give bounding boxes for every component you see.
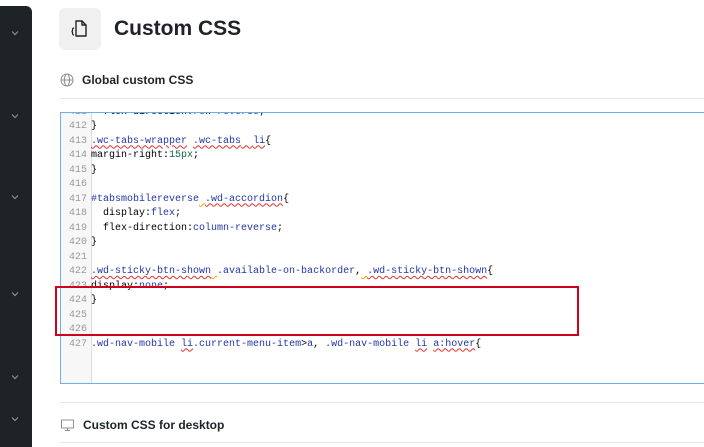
line-content: flex-direction:row-reverse; — [91, 112, 266, 118]
code-token: .wd-nav-mobile — [325, 338, 410, 350]
divider — [60, 442, 704, 443]
line-content: } — [91, 165, 97, 176]
code-token: ; — [175, 208, 182, 219]
line-number: 421 — [68, 251, 87, 263]
divider — [60, 98, 704, 99]
code-token: .wd-nav-mobile — [91, 338, 176, 350]
line-number: 412 — [68, 121, 87, 132]
code-token: .wd-accordion — [205, 193, 284, 205]
code-token: flex-direction: — [91, 222, 194, 234]
code-token: a:hover — [433, 338, 476, 350]
line-number: 427 — [68, 338, 87, 350]
code-line[interactable]: 411 flex-direction:row-reverse; — [61, 112, 704, 120]
code-line[interactable]: 415} — [61, 164, 704, 179]
line-number: 419 — [68, 222, 87, 234]
line-content: display:flex; — [91, 208, 181, 219]
chevron-down-icon[interactable] — [8, 370, 22, 384]
page-title: Custom CSS — [114, 17, 242, 40]
code-line[interactable]: 417 #tabsmobilereverse .wd-accordion{ — [61, 193, 704, 208]
line-content: .wd-nav-mobile li.current-menu-item>a, .… — [91, 339, 481, 350]
code-token: .wc-tabs-wrapper — [91, 135, 188, 147]
line-number: 416 — [68, 179, 87, 190]
code-token: #tabsmobilereverse — [91, 193, 200, 205]
code-token: { — [475, 338, 482, 350]
code-token: margin-right: — [91, 150, 170, 161]
desktop-icon — [61, 419, 74, 431]
chevron-down-icon[interactable] — [8, 287, 22, 301]
line-number: 417 — [68, 193, 87, 205]
code-token: .wd-sticky-btn-shown — [367, 266, 488, 277]
line-number: 420 — [68, 237, 87, 248]
divider — [60, 402, 704, 403]
code-token: { — [283, 193, 290, 205]
code-token: row-reverse — [193, 112, 260, 118]
code-token: display: — [91, 208, 152, 219]
css-file-icon — [59, 8, 101, 50]
line-content: #tabsmobilereverse .wd-accordion{ — [91, 194, 289, 205]
section-global-css: Global custom CSS — [60, 71, 193, 89]
line-number: 411 — [68, 112, 87, 118]
code-line[interactable]: 419 flex-direction:column-reverse; — [61, 222, 704, 237]
line-content: flex-direction:column-reverse; — [91, 223, 283, 234]
code-token: li — [415, 338, 428, 350]
code-token: .wc-tabs — [193, 135, 242, 147]
code-line[interactable]: 414 margin-right:15px; — [61, 149, 704, 164]
chevron-down-icon[interactable] — [8, 190, 22, 204]
highlight-annotation-box — [55, 286, 579, 336]
code-token: .wd-sticky-btn-shown — [91, 266, 212, 277]
line-content: .wc-tabs-wrapper .wc-tabs li{ — [91, 136, 271, 147]
section-desktop-css: Custom CSS for desktop — [60, 416, 224, 434]
line-content: } — [91, 121, 97, 132]
code-token: ; — [193, 150, 200, 161]
code-line[interactable]: 416 — [61, 178, 704, 193]
section-label: Custom CSS for desktop — [83, 418, 225, 432]
globe-icon — [60, 73, 74, 87]
line-content: margin-right:15px; — [91, 150, 199, 161]
line-content: .wd-sticky-btn-shown .available-on-backo… — [91, 266, 493, 277]
line-number: 418 — [68, 208, 87, 219]
chevron-down-icon[interactable] — [8, 26, 22, 40]
code-line[interactable]: 427 .wd-nav-mobile li.current-menu-item>a… — [61, 338, 704, 353]
line-number: 414 — [68, 150, 87, 161]
code-line[interactable]: 420} — [61, 236, 704, 251]
chevron-down-icon[interactable] — [8, 109, 22, 123]
line-number: 413 — [68, 135, 87, 147]
code-token: 15px — [169, 150, 194, 161]
code-token: { — [265, 135, 272, 147]
code-token: li — [181, 338, 194, 350]
code-token: } — [91, 164, 98, 176]
section-label: Global custom CSS — [82, 73, 194, 87]
code-line[interactable]: 412} — [61, 120, 704, 135]
code-token: .current-menu-item — [193, 338, 302, 350]
code-token: } — [91, 121, 98, 132]
code-token: , — [313, 338, 326, 350]
code-token: ; — [259, 112, 266, 118]
css-code-editor[interactable]: 411 flex-direction:row-reverse; 412} 413 .w… — [60, 112, 704, 384]
code-line[interactable]: 413 .wc-tabs-wrapper .wc-tabs li{ — [61, 135, 704, 150]
code-line[interactable]: 422 .wd-sticky-btn-shown .available-on-ba… — [61, 265, 704, 280]
line-number: 422 — [68, 266, 87, 277]
code-line[interactable]: 421 — [61, 251, 704, 266]
chevron-down-icon[interactable] — [8, 412, 22, 426]
code-token: { — [487, 266, 494, 277]
code-token: li — [253, 135, 266, 147]
admin-sidebar — [0, 6, 32, 447]
code-token: } — [91, 237, 98, 248]
code-token: flex — [151, 208, 176, 219]
code-token: column-reverse — [193, 222, 278, 234]
code-token: .available-on-backorder — [217, 266, 356, 277]
line-content: } — [91, 237, 97, 248]
line-number: 415 — [68, 164, 87, 176]
code-line[interactable]: 418 display:flex; — [61, 207, 704, 222]
code-token: flex-direction: — [91, 112, 194, 118]
code-token: ; — [277, 222, 284, 234]
